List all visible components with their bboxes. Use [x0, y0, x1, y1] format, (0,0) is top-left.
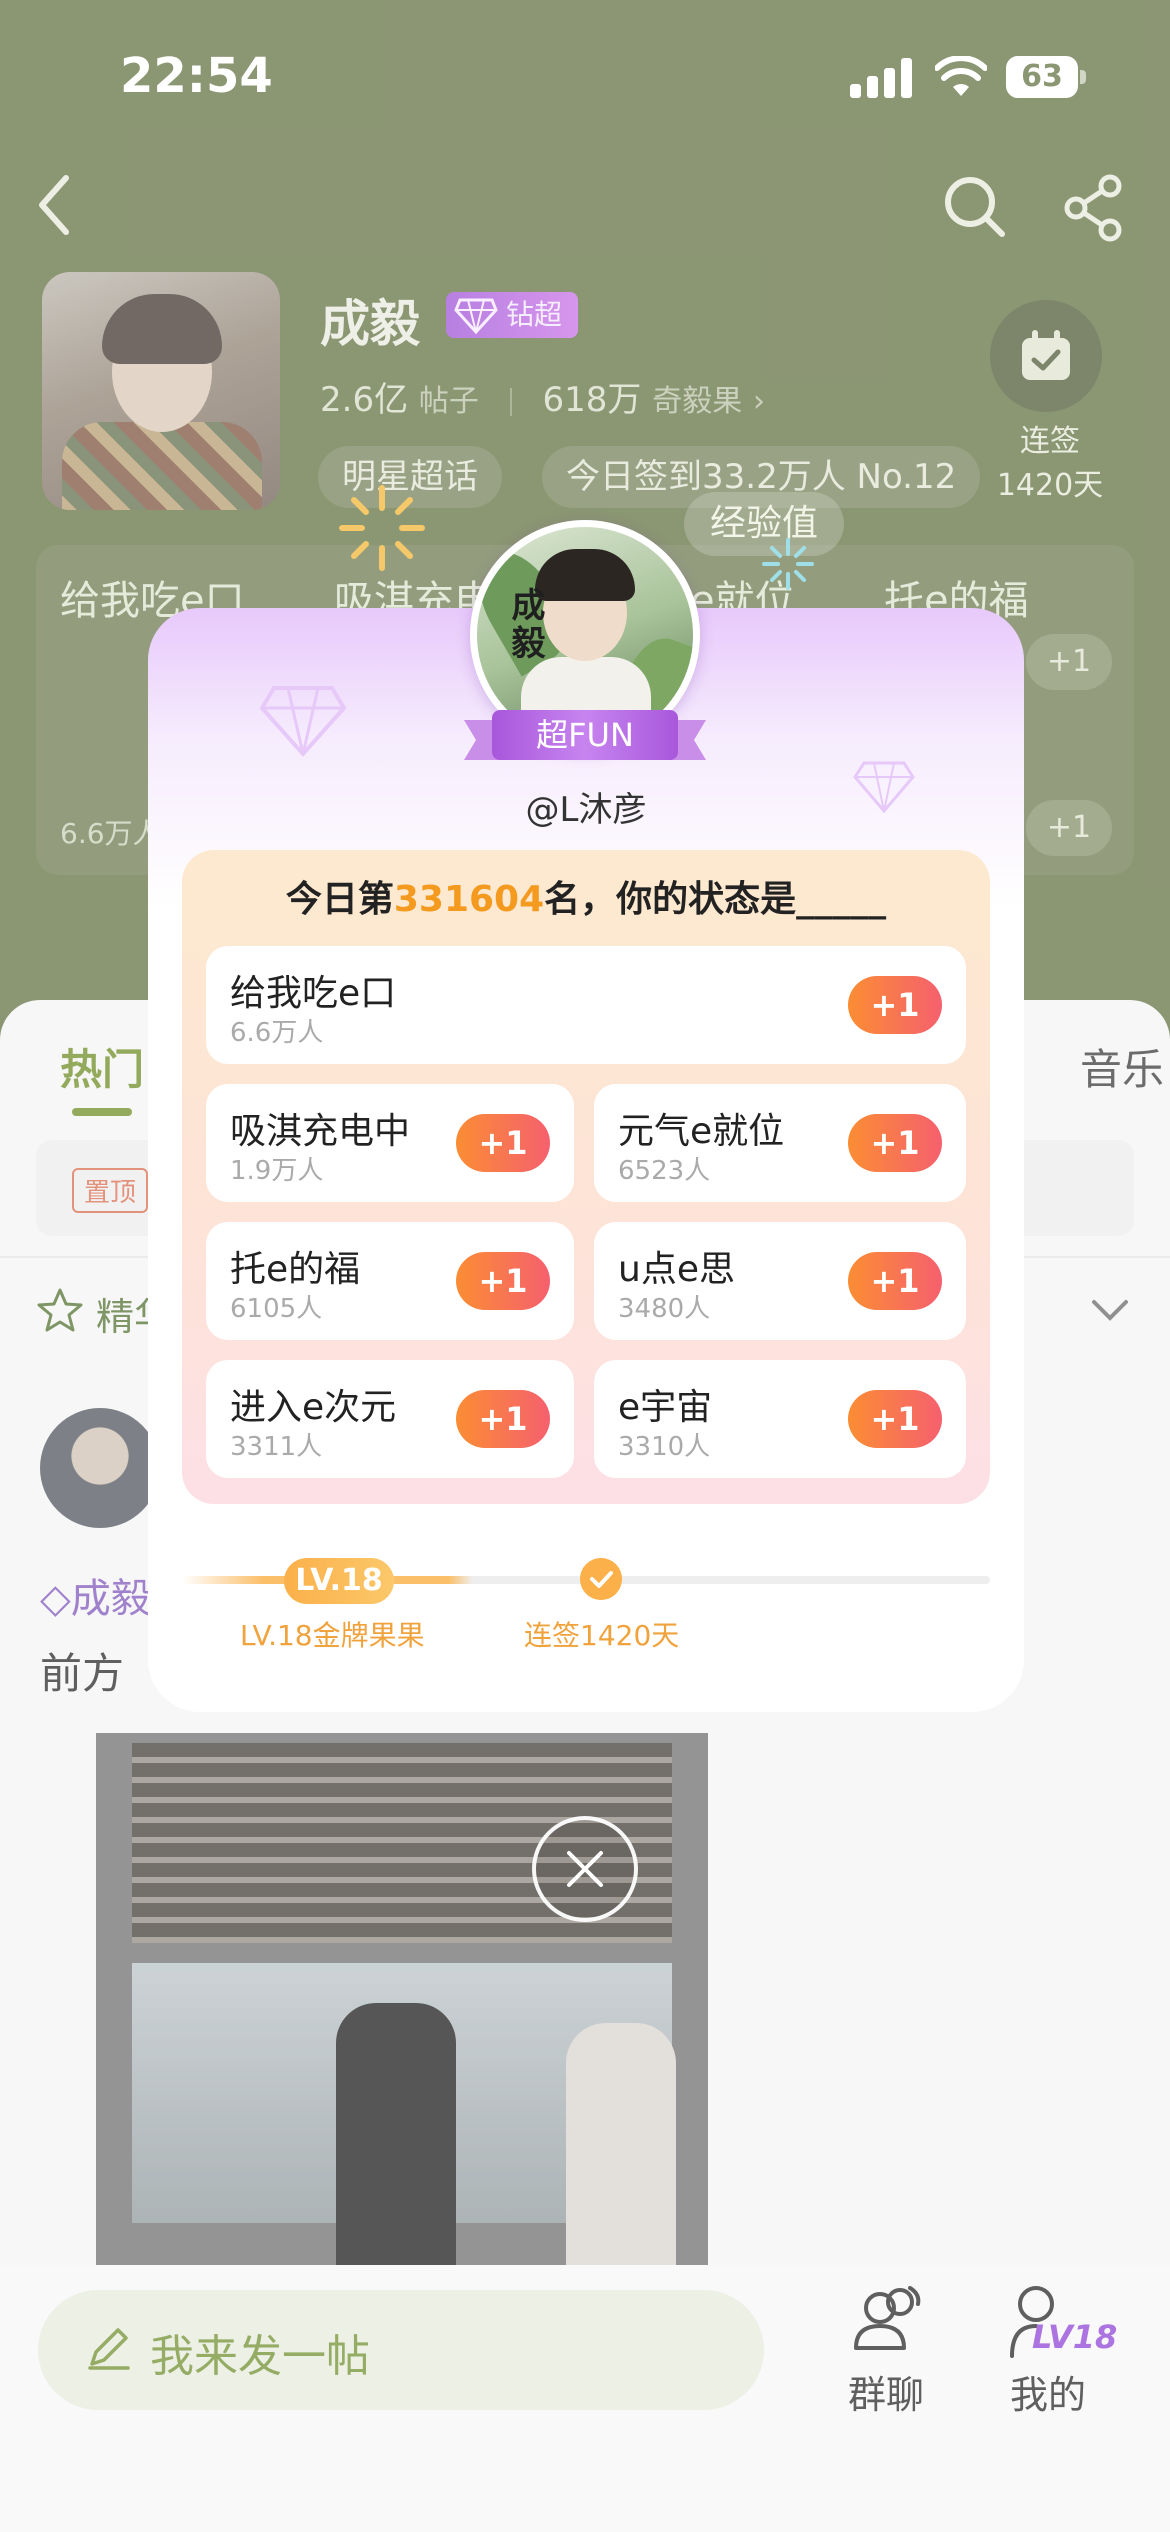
- plus-one-button[interactable]: +1: [456, 1252, 550, 1310]
- status-option-card[interactable]: 给我吃e口 6.6万人 +1: [206, 946, 966, 1064]
- super-fun-label: 超FUN: [492, 710, 678, 760]
- sparkle-icon: [339, 485, 425, 571]
- status-option-count: 3310人: [618, 1432, 711, 1462]
- super-fun-ribbon: 超FUN: [464, 710, 706, 766]
- status-option-card[interactable]: 进入e次元 3311人 +1: [206, 1360, 574, 1478]
- level-pill: LV.18: [284, 1558, 394, 1604]
- status-option-count: 6523人: [618, 1156, 711, 1186]
- status-option-card[interactable]: e宇宙 3310人 +1: [594, 1360, 966, 1478]
- level-caption: LV.18金牌果果: [240, 1619, 425, 1652]
- status-option-name: 元气e就位: [618, 1111, 785, 1152]
- checkin-rank: 331604: [393, 879, 545, 920]
- status-question: 今日第331604名，你的状态是_____: [182, 870, 990, 922]
- status-option-count: 1.9万人: [230, 1156, 324, 1186]
- status-option-card[interactable]: u点e思 3480人 +1: [594, 1222, 966, 1340]
- avatar-calligraphy: 成毅: [505, 587, 545, 663]
- status-option-name: 进入e次元: [230, 1387, 397, 1428]
- diamond-decor-icon: [259, 686, 347, 758]
- status-option-name: 给我吃e口: [230, 973, 397, 1014]
- username: @L沐彦: [525, 790, 647, 830]
- check-icon: [580, 1558, 622, 1600]
- status-option-count: 3311人: [230, 1432, 323, 1462]
- status-option-count: 6105人: [230, 1294, 323, 1324]
- status-option-card[interactable]: 元气e就位 6523人 +1: [594, 1084, 966, 1202]
- status-option-name: u点e思: [618, 1249, 735, 1290]
- plus-one-button[interactable]: +1: [456, 1390, 550, 1448]
- status-option-count: 6.6万人: [230, 1018, 324, 1048]
- status-title-suffix: 名，你的状态是_____: [544, 879, 887, 920]
- plus-one-button[interactable]: +1: [848, 1114, 942, 1172]
- status-option-card[interactable]: 托e的福 6105人 +1: [206, 1222, 574, 1340]
- close-button[interactable]: [532, 1816, 638, 1922]
- status-option-name: 托e的福: [230, 1249, 361, 1290]
- plus-one-button[interactable]: +1: [848, 976, 942, 1034]
- close-icon: [567, 1851, 603, 1887]
- plus-one-button[interactable]: +1: [848, 1252, 942, 1310]
- status-option-card[interactable]: 吸淇充电中 1.9万人 +1: [206, 1084, 574, 1202]
- status-option-name: e宇宙: [618, 1387, 713, 1428]
- status-option-name: 吸淇充电中: [230, 1111, 411, 1152]
- status-title-prefix: 今日第: [285, 879, 394, 920]
- streak-caption: 连签1420天: [524, 1619, 680, 1652]
- plus-one-button[interactable]: +1: [456, 1114, 550, 1172]
- plus-one-button[interactable]: +1: [848, 1390, 942, 1448]
- status-option-count: 3480人: [618, 1294, 711, 1324]
- sparkle-icon: [762, 538, 814, 590]
